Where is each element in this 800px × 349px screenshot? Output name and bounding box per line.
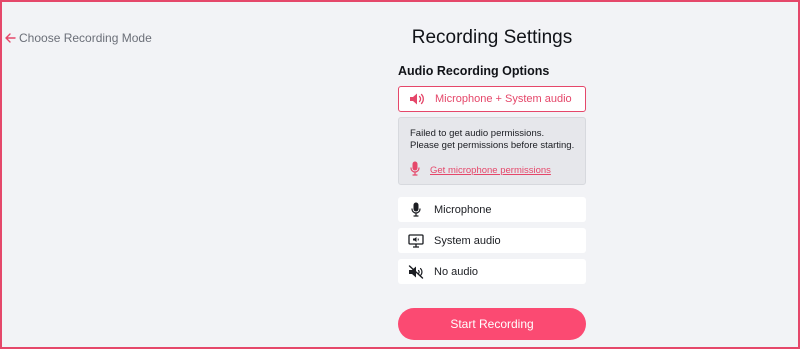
option-no-audio[interactable]: No audio [398, 259, 586, 284]
arrow-left-icon [4, 32, 16, 44]
option-label: Microphone [434, 203, 492, 216]
back-link-label: Choose Recording Mode [19, 31, 152, 45]
page-title: Recording Settings [411, 27, 573, 48]
get-permissions-label: Get microphone permissions [430, 164, 551, 176]
muted-speaker-icon [398, 264, 434, 279]
option-label: No audio [434, 265, 479, 278]
option-label: Microphone + System audio [435, 93, 572, 105]
speaker-icon [399, 92, 435, 106]
warning-message: Failed to get audio permissions. Please … [410, 128, 575, 151]
permission-warning: Failed to get audio permissions. Please … [398, 117, 586, 185]
option-label: System audio [434, 234, 501, 247]
get-permissions-link[interactable]: Get microphone permissions [410, 161, 575, 179]
option-system-audio[interactable]: System audio [398, 228, 586, 253]
option-microphone[interactable]: Microphone [398, 197, 586, 222]
option-microphone-system-audio[interactable]: Microphone + System audio [398, 86, 586, 112]
monitor-audio-icon [398, 233, 434, 248]
section-title: Audio Recording Options [398, 64, 550, 78]
microphone-icon [398, 202, 434, 217]
microphone-icon [410, 161, 420, 179]
back-link[interactable]: Choose Recording Mode [4, 31, 152, 45]
start-recording-button[interactable]: Start Recording [398, 308, 586, 340]
